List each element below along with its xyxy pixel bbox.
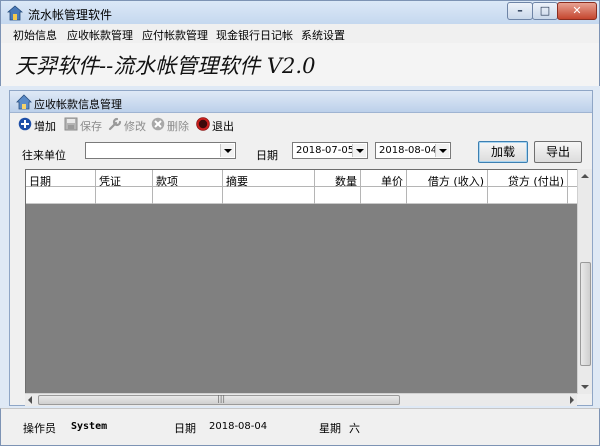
cell-voucher[interactable] — [96, 187, 153, 204]
cell-credit[interactable] — [488, 187, 568, 204]
scroll-down-icon[interactable] — [581, 385, 589, 389]
delete-label: 删除 — [167, 120, 189, 133]
scroll-up-icon[interactable] — [581, 174, 589, 178]
date-to-picker[interactable]: 2018-08-04 — [375, 142, 451, 159]
table-row[interactable] — [26, 187, 586, 204]
save-button[interactable]: 保存 — [64, 117, 106, 133]
menu-initial-info[interactable]: 初始信息 — [13, 27, 57, 43]
scroll-left-icon[interactable] — [28, 396, 32, 404]
partner-select[interactable] — [85, 142, 236, 159]
cell-summary[interactable] — [223, 187, 315, 204]
edit-button[interactable]: 修改 — [108, 117, 150, 133]
receivables-panel: 应收帐款信息管理 增加 保存 修改 删除 退出 往来单位 日期 2018-07-… — [9, 90, 593, 406]
column-header-credit[interactable]: 贷方 (付出) — [488, 170, 568, 188]
data-grid[interactable]: 日期 凭证 款项 摘要 数量 单价 借方 (收入) 贷方 (付出) — [25, 169, 587, 394]
chevron-down-icon — [352, 144, 366, 157]
save-icon — [64, 117, 78, 131]
date-from-picker[interactable]: 2018-07-05 — [292, 142, 368, 159]
title-bar: 流水帐管理软件 – □ ✕ — [0, 0, 600, 24]
column-header-unit-price[interactable]: 单价 — [361, 170, 407, 188]
menu-cash-journal[interactable]: 现金银行日记帐 — [216, 27, 293, 43]
cell-debit[interactable] — [407, 187, 488, 204]
wrench-icon — [108, 117, 122, 131]
maximize-button[interactable]: □ — [532, 2, 558, 20]
cell-date[interactable] — [26, 187, 96, 204]
chevron-down-icon — [220, 144, 234, 157]
window-title: 流水帐管理软件 — [28, 8, 113, 22]
banner: 天羿软件--流水帐管理软件 V2.0 — [0, 43, 600, 86]
column-header-quantity[interactable]: 数量 — [315, 170, 361, 188]
add-button[interactable]: 增加 — [18, 117, 60, 133]
panel-header: 应收帐款信息管理 — [10, 91, 592, 113]
operator-label: 操作员 — [23, 422, 56, 435]
weekday-value: 六 — [349, 422, 360, 435]
weekday-label: 星期 — [319, 422, 341, 435]
operator-value: System — [71, 421, 108, 432]
export-button[interactable]: 导出 — [534, 141, 582, 163]
edit-label: 修改 — [124, 120, 146, 133]
column-header-date[interactable]: 日期 — [26, 170, 96, 188]
chevron-down-icon — [435, 144, 449, 157]
column-header-item[interactable]: 款项 — [153, 170, 223, 188]
menu-receivables[interactable]: 应收帐款管理 — [67, 27, 133, 43]
column-header-voucher[interactable]: 凭证 — [96, 170, 153, 188]
minimize-button[interactable]: – — [507, 2, 533, 20]
status-bar: 操作员 System 日期 2018-08-04 星期 六 — [0, 408, 600, 446]
partner-label: 往来单位 — [22, 149, 66, 162]
maximize-icon: □ — [539, 4, 551, 17]
column-header-debit[interactable]: 借方 (收入) — [407, 170, 488, 188]
scroll-right-icon[interactable] — [570, 396, 574, 404]
app-icon — [7, 5, 23, 21]
date-from-value: 2018-07-05 — [296, 145, 355, 156]
panel-title: 应收帐款信息管理 — [34, 98, 122, 111]
menu-payables[interactable]: 应付帐款管理 — [142, 27, 208, 43]
exit-label: 退出 — [212, 120, 234, 133]
close-button[interactable]: ✕ — [557, 2, 597, 20]
add-label: 增加 — [34, 120, 56, 133]
menu-settings[interactable]: 系统设置 — [301, 27, 345, 43]
horizontal-scrollbar[interactable]: ||| — [25, 393, 577, 406]
delete-icon — [151, 117, 165, 131]
grip-icon: ||| — [217, 394, 226, 403]
save-label: 保存 — [80, 120, 102, 133]
date-label: 日期 — [256, 149, 278, 162]
add-icon — [18, 117, 32, 131]
status-date-value: 2018-08-04 — [209, 421, 268, 432]
cell-item[interactable] — [153, 187, 223, 204]
exit-icon — [196, 117, 210, 131]
minimize-icon: – — [517, 4, 523, 17]
grid-header: 日期 凭证 款项 摘要 数量 单价 借方 (收入) 贷方 (付出) — [26, 170, 586, 188]
cell-quantity[interactable] — [315, 187, 361, 204]
close-icon: ✕ — [572, 4, 582, 17]
banner-title: 天羿软件--流水帐管理软件 V2.0 — [15, 54, 316, 78]
cell-unit-price[interactable] — [361, 187, 407, 204]
delete-button[interactable]: 删除 — [151, 117, 193, 133]
date-to-value: 2018-08-04 — [379, 145, 438, 156]
column-header-summary[interactable]: 摘要 — [223, 170, 315, 188]
vertical-scroll-thumb[interactable] — [580, 262, 591, 366]
vertical-scrollbar[interactable] — [577, 169, 592, 394]
status-date-label: 日期 — [174, 422, 196, 435]
house-icon — [16, 94, 32, 110]
load-button[interactable]: 加载 — [478, 141, 528, 163]
menu-bar: 初始信息 应收帐款管理 应付帐款管理 现金银行日记帐 系统设置 — [0, 24, 600, 43]
exit-button[interactable]: 退出 — [196, 117, 238, 133]
horizontal-scroll-thumb[interactable]: ||| — [38, 394, 400, 405]
